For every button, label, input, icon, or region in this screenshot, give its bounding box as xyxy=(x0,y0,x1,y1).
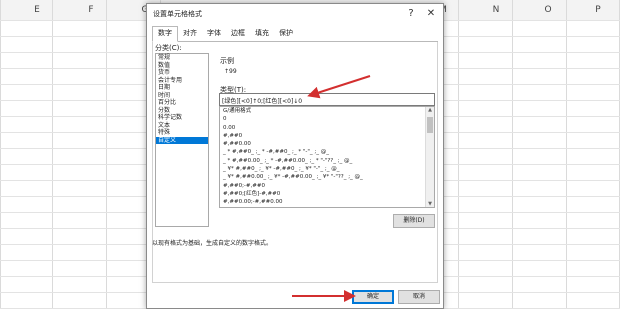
dialog-title: 设置单元格格式 xyxy=(153,10,202,18)
format-item[interactable]: #,##0.00 xyxy=(220,140,434,148)
category-item-percentage[interactable]: 百分比 xyxy=(156,99,208,107)
sample-value: ↑99 xyxy=(224,68,237,75)
category-label: 分类(C): xyxy=(155,44,182,52)
format-item[interactable]: 0 xyxy=(220,115,434,123)
gridline xyxy=(106,0,107,309)
format-list-scrollbar[interactable]: ▲ ▼ xyxy=(425,107,434,207)
format-item[interactable]: _ ¥* #,##0.00_ ;_ ¥* -#,##0.00_ ;_ ¥* "-… xyxy=(220,173,434,181)
tab-protection[interactable]: 保护 xyxy=(275,27,297,40)
help-button[interactable]: ? xyxy=(403,6,419,22)
tab-border[interactable]: 边框 xyxy=(227,27,249,40)
tab-alignment[interactable]: 对齐 xyxy=(179,27,201,40)
format-item[interactable]: #,##0 xyxy=(220,132,434,140)
format-item[interactable]: _ * #,##0.00_ ;_ * -#,##0.00_ ;_ * "-"??… xyxy=(220,157,434,165)
category-item-time[interactable]: 时间 xyxy=(156,92,208,100)
sample-box: ↑99 xyxy=(220,64,433,78)
gridline xyxy=(0,0,1,309)
category-list[interactable]: 常规 数值 货币 会计专用 日期 时间 百分比 分数 科学记数 文本 特殊 自定… xyxy=(155,53,209,227)
scroll-up-arrow-icon[interactable]: ▲ xyxy=(427,107,433,113)
format-item[interactable]: _ ¥* #,##0_ ;_ ¥* -#,##0_ ;_ ¥* "-"_ ;_ … xyxy=(220,165,434,173)
category-item-currency[interactable]: 货币 xyxy=(156,69,208,77)
tab-fill[interactable]: 填充 xyxy=(251,27,273,40)
format-item[interactable]: #,##0;[红色]-#,##0 xyxy=(220,190,434,198)
format-code-list[interactable]: G/通用格式 0 0.00 #,##0 #,##0.00 _ * #,##0_ … xyxy=(219,106,435,208)
column-header-o[interactable]: O xyxy=(528,0,568,20)
category-item-special[interactable]: 特殊 xyxy=(156,129,208,137)
category-item-general[interactable]: 常规 xyxy=(156,54,208,62)
format-item[interactable]: _ * #,##0_ ;_ * -#,##0_ ;_ * "-"_ ;_ @_ xyxy=(220,148,434,156)
hint-text: 以现有格式为基础，生成自定义的数字格式。 xyxy=(152,240,273,247)
tab-font[interactable]: 字体 xyxy=(203,27,225,40)
type-input-value: [绿色][<0]↑0;[红色][<0]↓0 xyxy=(222,98,303,105)
cancel-button[interactable]: 取消 xyxy=(398,290,440,304)
tab-number[interactable]: 数字 xyxy=(152,26,178,42)
format-item[interactable]: 0.00 xyxy=(220,124,434,132)
type-input[interactable]: [绿色][<0]↑0;[红色][<0]↓0 xyxy=(219,93,435,106)
close-button[interactable]: ✕ xyxy=(423,6,439,22)
category-item-fraction[interactable]: 分数 xyxy=(156,107,208,115)
scrollbar-thumb[interactable] xyxy=(427,117,433,133)
delete-button[interactable]: 删除(D) xyxy=(393,214,435,228)
gridline xyxy=(458,0,459,309)
ok-button[interactable]: 确定 xyxy=(352,290,394,304)
category-item-custom[interactable]: 自定义 xyxy=(156,136,208,144)
gridline xyxy=(512,0,513,309)
gridline xyxy=(566,0,567,309)
category-item-number[interactable]: 数值 xyxy=(156,62,208,70)
column-header-f[interactable]: F xyxy=(71,0,111,20)
dialog-titlebar[interactable]: 设置单元格格式 ? ✕ xyxy=(147,4,443,24)
column-header-e[interactable]: E xyxy=(17,0,57,20)
category-item-accounting[interactable]: 会计专用 xyxy=(156,77,208,85)
format-item[interactable]: #,##0.00;-#,##0.00 xyxy=(220,198,434,206)
column-header-n[interactable]: N xyxy=(476,0,516,20)
category-item-text[interactable]: 文本 xyxy=(156,122,208,130)
category-item-scientific[interactable]: 科学记数 xyxy=(156,114,208,122)
format-item[interactable]: G/通用格式 xyxy=(220,107,434,115)
gridline xyxy=(52,0,53,309)
scroll-down-arrow-icon[interactable]: ▼ xyxy=(427,201,433,207)
column-header-p[interactable]: P xyxy=(578,0,618,20)
dialog-tabs: 数字 对齐 字体 边框 填充 保护 xyxy=(152,26,438,42)
category-item-date[interactable]: 日期 xyxy=(156,84,208,92)
format-item[interactable]: #,##0;-#,##0 xyxy=(220,182,434,190)
